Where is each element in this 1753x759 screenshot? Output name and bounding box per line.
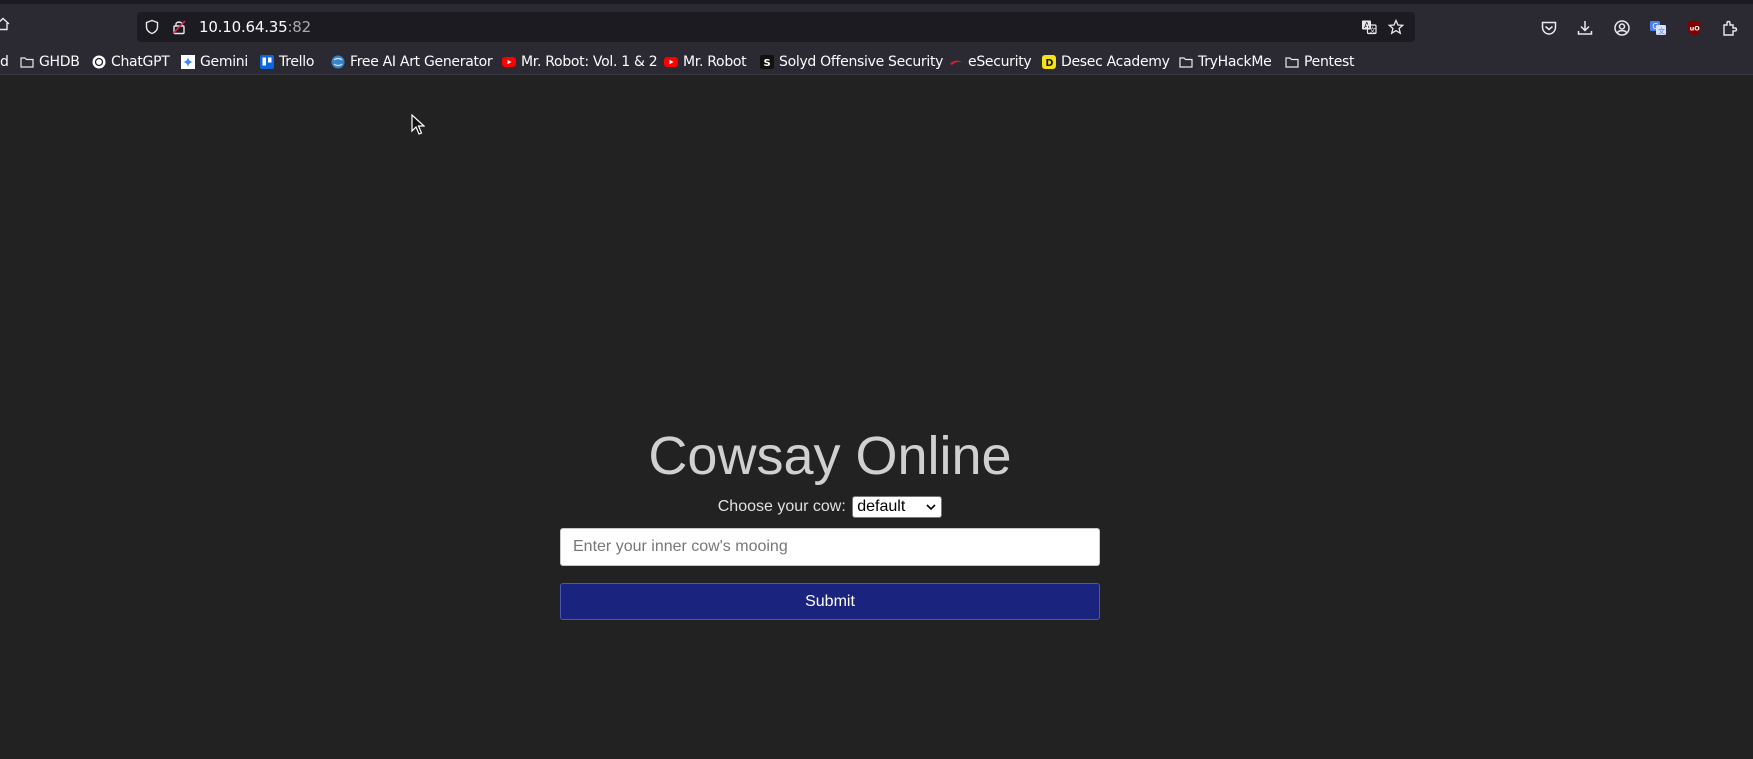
shield-icon[interactable] xyxy=(144,19,160,35)
folder-icon xyxy=(20,57,34,68)
bookmark-label: Desec Academy xyxy=(1061,54,1170,70)
bookmark-mr-robot-vol[interactable]: Mr. Robot: Vol. 1 & 2 xyxy=(502,54,658,70)
submit-button[interactable]: Submit xyxy=(560,583,1100,620)
browser-chrome: 10.10.64.35:82 A 文 G 文 uO d GHDB ChatGPT… xyxy=(0,0,1753,75)
bookmark-star-icon[interactable] xyxy=(1388,19,1404,35)
youtube-icon xyxy=(664,57,678,67)
bookmark-tryhackme[interactable]: TryHackMe xyxy=(1179,54,1272,70)
bookmark-solyd[interactable]: S Solyd Offensive Security xyxy=(760,54,943,70)
solyd-icon: S xyxy=(760,55,774,69)
bookmark-label: Pentest xyxy=(1304,54,1355,70)
cow-select[interactable]: default xyxy=(852,496,943,518)
bookmark-gemini[interactable]: Gemini xyxy=(181,54,248,70)
extensions-icon[interactable] xyxy=(1721,19,1739,37)
svg-text:文: 文 xyxy=(1658,27,1665,36)
trello-icon xyxy=(260,55,274,69)
cow-select-value: default xyxy=(857,498,906,515)
account-icon[interactable] xyxy=(1613,19,1631,37)
youtube-icon xyxy=(502,57,516,67)
svg-text:uO: uO xyxy=(1690,25,1701,33)
pocket-icon[interactable] xyxy=(1540,19,1558,37)
chatgpt-icon xyxy=(92,55,106,69)
bookmark-label: GHDB xyxy=(39,54,80,70)
translate-icon[interactable]: A 文 xyxy=(1361,19,1377,35)
bookmark-label: d xyxy=(0,54,9,70)
svg-text:D: D xyxy=(1046,58,1054,69)
page-content: Cowsay Online Choose your cow: default S… xyxy=(0,75,1753,759)
url-bar[interactable]: 10.10.64.35:82 A 文 xyxy=(137,12,1415,42)
bookmark-label: ChatGPT xyxy=(111,54,170,70)
bookmark-label: Mr. Robot: Vol. 1 & 2 xyxy=(521,54,658,70)
mouse-cursor-icon xyxy=(411,114,425,135)
bookmark-label: eSecurity xyxy=(968,54,1032,70)
bookmark-partial[interactable]: d xyxy=(0,54,9,70)
svg-text:S: S xyxy=(764,58,771,69)
bookmark-mr-robot[interactable]: Mr. Robot xyxy=(664,54,747,70)
page-title: Cowsay Online xyxy=(648,426,1012,486)
bookmarks-toolbar: d GHDB ChatGPT Gemini Trello Free AI Art… xyxy=(0,50,1753,76)
folder-icon xyxy=(1285,57,1299,68)
choose-cow-label: Choose your cow: xyxy=(717,498,846,516)
cow-chooser: Choose your cow: default xyxy=(0,496,1660,518)
bookmark-pentest[interactable]: Pentest xyxy=(1285,54,1355,70)
mooing-input[interactable] xyxy=(560,528,1100,566)
bookmark-label: Mr. Robot xyxy=(683,54,747,70)
esecurity-icon xyxy=(950,60,962,65)
folder-icon xyxy=(1179,57,1193,68)
insecure-lock-icon[interactable] xyxy=(171,19,187,35)
desec-icon: D xyxy=(1042,55,1056,69)
globe-icon xyxy=(331,55,345,69)
url-text[interactable]: 10.10.64.35:82 xyxy=(199,18,311,36)
bookmark-chatgpt[interactable]: ChatGPT xyxy=(92,54,170,70)
url-port: :82 xyxy=(287,18,311,36)
bookmark-label: TryHackMe xyxy=(1198,54,1272,70)
download-icon[interactable] xyxy=(1576,19,1594,37)
ublock-origin-icon[interactable]: uO xyxy=(1685,19,1703,37)
bookmark-label: Trello xyxy=(279,54,315,70)
bookmark-label: Gemini xyxy=(200,54,248,70)
bookmark-free-ai-art-generator[interactable]: Free AI Art Generator xyxy=(331,54,493,70)
chevron-down-icon xyxy=(926,504,936,511)
gemini-icon xyxy=(181,55,195,69)
home-icon[interactable] xyxy=(0,17,10,31)
bookmark-label: Free AI Art Generator xyxy=(350,54,493,70)
url-host: 10.10.64.35 xyxy=(199,18,288,36)
bookmark-label: Solyd Offensive Security xyxy=(779,54,944,70)
bookmark-ghdb[interactable]: GHDB xyxy=(20,54,80,70)
translate-extension-icon[interactable]: G 文 xyxy=(1649,19,1667,37)
bookmark-trello[interactable]: Trello xyxy=(260,54,314,70)
bookmark-esecurity[interactable]: eSecurity xyxy=(949,54,1032,70)
navigation-toolbar: 10.10.64.35:82 A 文 G 文 uO xyxy=(0,8,1753,46)
svg-text:文: 文 xyxy=(1369,26,1376,35)
bookmark-desec-academy[interactable]: D Desec Academy xyxy=(1042,54,1170,70)
